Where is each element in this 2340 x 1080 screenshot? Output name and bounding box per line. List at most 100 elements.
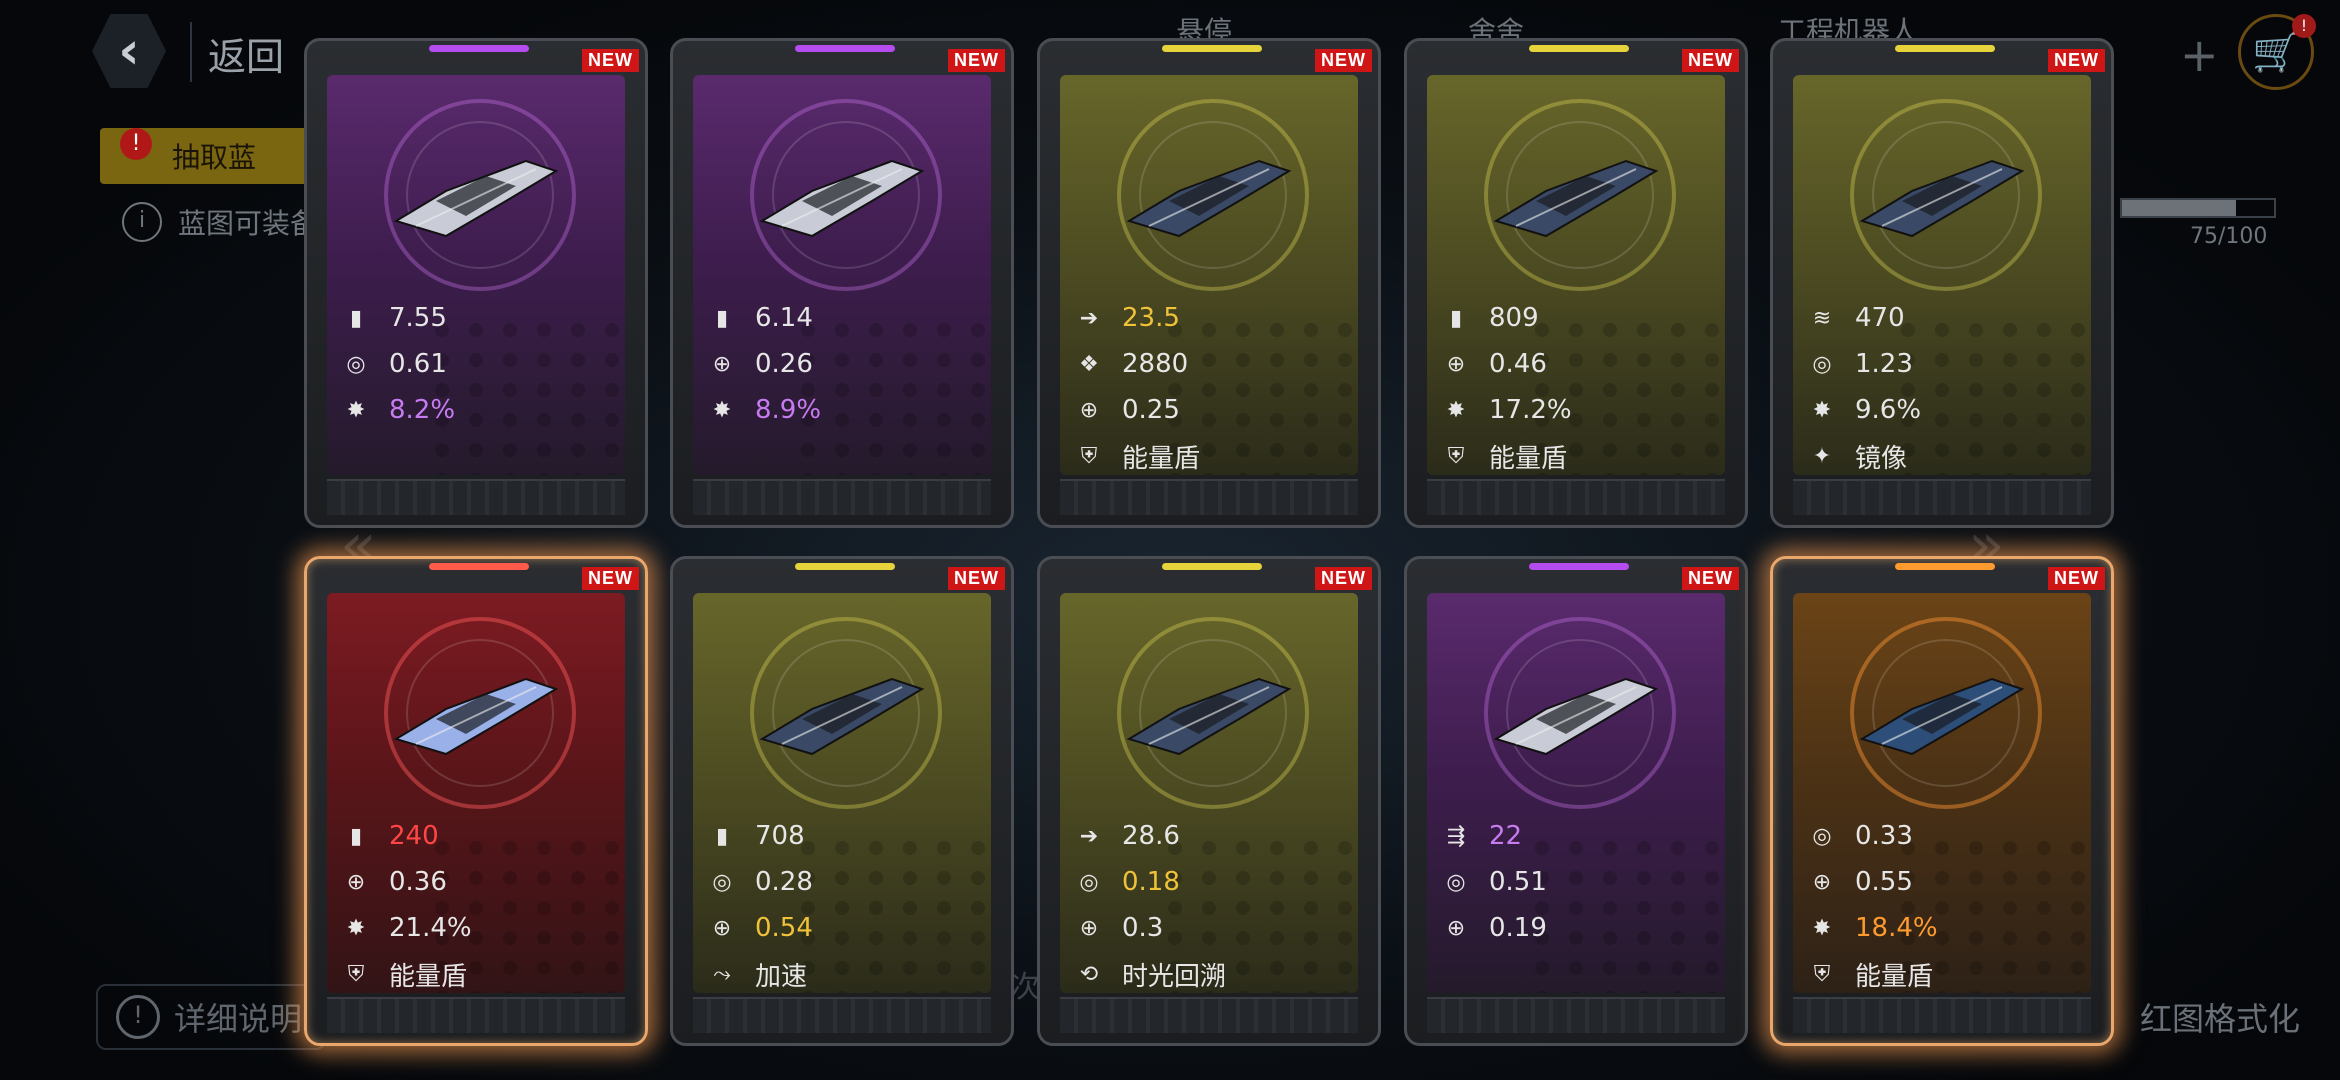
- card-panel: ▮ 809 ⊕ 0.46 ✸ 17.2% ⛨ 能量盾: [1427, 75, 1725, 475]
- stat-value: 0.36: [389, 867, 447, 897]
- stat-value: 18.4%: [1855, 913, 1938, 943]
- accuracy-icon: ⊕: [712, 351, 732, 377]
- stat-row: ◎ 0.18: [1074, 859, 1344, 905]
- stat-value: 0.61: [389, 349, 447, 379]
- card-footer: [693, 479, 991, 515]
- card-footer: [1060, 479, 1358, 515]
- stat-list: ▮ 708 ◎ 0.28 ⊕ 0.54 ⤳ 加速: [707, 813, 977, 993]
- rarity-bar: [1529, 45, 1629, 52]
- info-icon: i: [122, 202, 162, 242]
- blueprint-card[interactable]: NEW ▮ 6.14 ⊕ 0.26 ✸ 8.9%: [670, 38, 1014, 528]
- crit-icon: ✸: [1812, 397, 1832, 423]
- card-panel: ▮ 708 ◎ 0.28 ⊕ 0.54 ⤳ 加速: [693, 593, 991, 993]
- blueprint-card[interactable]: NEW ▮ 809 ⊕ 0.46 ✸ 17.2% ⛨ 能量盾: [1404, 38, 1748, 528]
- back-label[interactable]: 返回: [208, 26, 284, 81]
- new-badge: NEW: [1315, 567, 1372, 590]
- shield-icon: ⛨: [347, 961, 365, 987]
- blueprint-card[interactable]: NEW ▮ 7.55 ◎ 0.61 ✸ 8.2%: [304, 38, 648, 528]
- accuracy-icon: ⊕: [1079, 915, 1099, 941]
- stat-value: 能量盾: [389, 961, 468, 992]
- stat-row: ◎ 0.33: [1807, 813, 2077, 859]
- red-blueprint-format-button[interactable]: 红图格式化: [2140, 994, 2300, 1040]
- card-footer: [1793, 479, 2091, 515]
- card-panel: ➔ 28.6 ◎ 0.18 ⊕ 0.3 ⟲ 时光回溯: [1060, 593, 1358, 993]
- stat-value: 23.5: [1122, 303, 1180, 333]
- stat-row: ▮ 240: [341, 813, 611, 859]
- card-footer: [327, 997, 625, 1033]
- crit-icon: ✸: [346, 397, 366, 423]
- stat-value: 镜像: [1855, 443, 1908, 474]
- new-badge: NEW: [1315, 49, 1372, 72]
- stat-row: ⛨ 能量盾: [1074, 433, 1344, 475]
- blueprint-card[interactable]: NEW ➔ 23.5 ❖ 2880 ⊕ 0.25 ⛨ 能量盾: [1037, 38, 1381, 528]
- stat-value: 0.33: [1855, 821, 1913, 851]
- cluster-icon: ❖: [1079, 351, 1099, 377]
- stat-list: ≋ 470 ◎ 1.23 ✸ 9.6% ✦ 镜像: [1807, 295, 2077, 475]
- accuracy-icon: ⊕: [1079, 397, 1099, 423]
- stat-value: 6.14: [755, 303, 813, 333]
- detail-button[interactable]: ! 详细说明: [96, 984, 326, 1050]
- detail-button-label: 详细说明: [174, 1000, 303, 1038]
- stat-value: 0.25: [1122, 395, 1180, 425]
- ammo-icon: ▮: [349, 305, 363, 331]
- stat-list: ➔ 28.6 ◎ 0.18 ⊕ 0.3 ⟲ 时光回溯: [1074, 813, 1344, 993]
- stat-value: 470: [1855, 303, 1905, 333]
- stat-value: 0.19: [1489, 913, 1547, 943]
- stat-row: ✦ 镜像: [1807, 433, 2077, 475]
- stat-value: 0.3: [1122, 913, 1164, 943]
- rarity-bar: [1162, 563, 1262, 570]
- stat-list: ▮ 240 ⊕ 0.36 ✸ 21.4% ⛨ 能量盾: [341, 813, 611, 993]
- stat-row: ➔ 23.5: [1074, 295, 1344, 341]
- stat-list: ▮ 7.55 ◎ 0.61 ✸ 8.2%: [341, 295, 611, 433]
- stat-row: ⇶ 22: [1441, 813, 1711, 859]
- stat-row: ➔ 28.6: [1074, 813, 1344, 859]
- rarity-bar: [1529, 563, 1629, 570]
- blueprint-card[interactable]: NEW ▮ 240 ⊕ 0.36 ✸ 21.4% ⛨ 能量盾: [304, 556, 648, 1046]
- stat-row: ✸ 18.4%: [1807, 905, 2077, 951]
- stat-value: 17.2%: [1489, 395, 1572, 425]
- stat-row: ⊕ 0.26: [707, 341, 977, 387]
- spaceship-icon: [759, 677, 925, 756]
- stat-value: 时光回溯: [1122, 961, 1227, 992]
- blueprint-info: i 蓝图可装备: [122, 202, 318, 242]
- new-badge: NEW: [948, 49, 1005, 72]
- card-footer: [1060, 997, 1358, 1033]
- stat-list: ▮ 6.14 ⊕ 0.26 ✸ 8.9%: [707, 295, 977, 433]
- rarity-bar: [429, 563, 529, 570]
- speed-icon: ➔: [1079, 823, 1099, 849]
- spaceship-icon: [393, 159, 559, 238]
- stat-value: 708: [755, 821, 805, 851]
- stat-value: 2880: [1122, 349, 1189, 379]
- blueprint-card[interactable]: NEW ⇶ 22 ◎ 0.51 ⊕ 0.19: [1404, 556, 1748, 1046]
- accuracy-icon: ⊕: [1446, 351, 1466, 377]
- stat-value: 21.4%: [389, 913, 472, 943]
- shield-icon: ⛨: [1080, 443, 1098, 469]
- spaceship-icon: [1126, 159, 1292, 238]
- crit-icon: ✸: [1446, 397, 1466, 423]
- blueprint-card[interactable]: NEW ≋ 470 ◎ 1.23 ✸ 9.6% ✦ 镜像: [1770, 38, 2114, 528]
- blueprint-card[interactable]: NEW ◎ 0.33 ⊕ 0.55 ✸ 18.4% ⛨ 能量盾: [1770, 556, 2114, 1046]
- rarity-bar: [1162, 45, 1262, 52]
- ammo-icon: ▮: [1449, 305, 1463, 331]
- stat-row: ◎ 1.23: [1807, 341, 2077, 387]
- blueprint-card[interactable]: NEW ▮ 708 ◎ 0.28 ⊕ 0.54 ⤳ 加速: [670, 556, 1014, 1046]
- blueprint-card[interactable]: NEW ➔ 28.6 ◎ 0.18 ⊕ 0.3 ⟲ 时光回溯: [1037, 556, 1381, 1046]
- stat-row: ✸ 8.2%: [341, 387, 611, 433]
- stat-row: ✸ 17.2%: [1441, 387, 1711, 433]
- stat-row: ◎ 0.28: [707, 859, 977, 905]
- back-button[interactable]: ‹: [92, 14, 166, 88]
- card-panel: ⇶ 22 ◎ 0.51 ⊕ 0.19: [1427, 593, 1725, 993]
- info-text: 蓝图可装备: [178, 207, 319, 240]
- shield-icon: ⛨: [1813, 961, 1831, 987]
- divider: [190, 22, 192, 82]
- card-footer: [327, 479, 625, 515]
- stat-row: ⊕ 0.25: [1074, 387, 1344, 433]
- draw-button-label: 抽取蓝: [172, 141, 257, 174]
- stat-value: 能量盾: [1122, 443, 1201, 474]
- stat-row: ⊕ 0.3: [1074, 905, 1344, 951]
- plus-icon[interactable]: +: [2180, 28, 2219, 82]
- card-footer: [1793, 997, 2091, 1033]
- rarity-bar: [795, 563, 895, 570]
- stat-value: 8.9%: [755, 395, 822, 425]
- firerate-icon: ◎: [1446, 869, 1466, 895]
